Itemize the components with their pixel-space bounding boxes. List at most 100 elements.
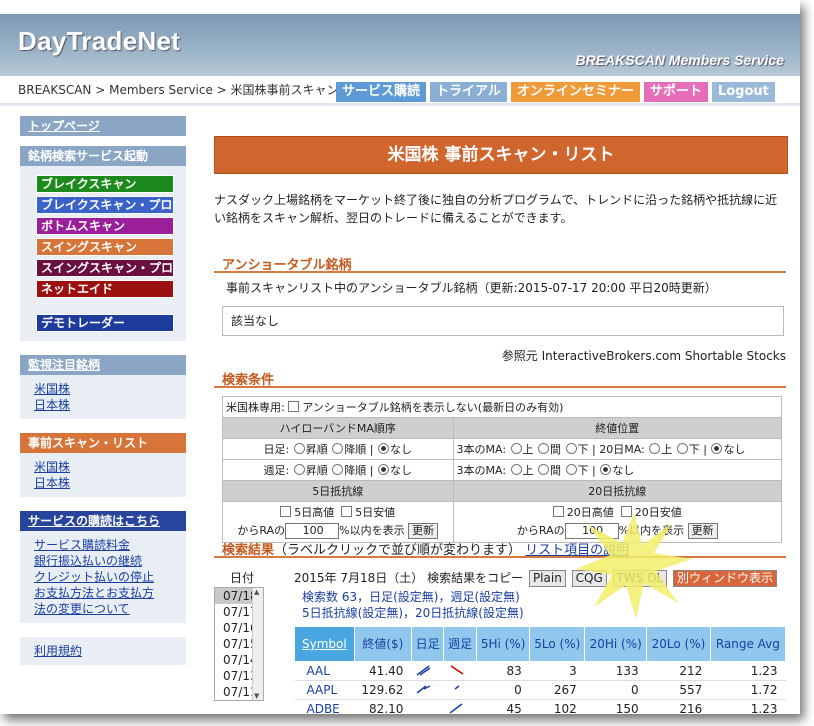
copy-plain-button[interactable]: Plain [528,570,566,587]
nav-seminar[interactable]: オンラインセミナー [510,82,640,102]
res20-header: 20日抵抗線 [452,480,782,502]
daily-ma3-below-radio[interactable] [565,443,577,454]
weekly-ma3-between-radio[interactable] [538,464,550,475]
date-list[interactable]: 07/18 07/17 07/16 07/15 07/14 07/13 07/1… [214,587,264,701]
table-row[interactable]: ADBE 82.10 45 102 150 216 1.23 [294,699,786,714]
res5-update-button[interactable]: 更新 [408,523,439,539]
sidebar-subscribe-header[interactable]: サービスの購読はこちら [20,511,186,531]
divider [0,103,800,106]
col-20lo[interactable]: 20Lo (%) [646,626,711,662]
col-symbol[interactable]: Symbol [294,626,355,662]
copy-tws-button[interactable]: TWS DL [612,570,668,587]
section-rule [214,271,786,273]
launch-netaid-button[interactable]: ネットエイド [36,280,174,298]
prescan-link-jp[interactable]: 日本株 [34,475,186,491]
weekly-order-cell: 週足: 昇順 降順 | なし [222,459,454,481]
daily-ma20-above-radio[interactable] [649,443,661,454]
watch-link-us[interactable]: 米国株 [34,381,186,397]
reference-source[interactable]: 参照元 InteractiveBrokers.com Shortable Sto… [502,347,786,364]
col-5hi[interactable]: 5Hi (%) [475,626,531,662]
launch-breakscan-pro-button[interactable]: ブレイクスキャン・プロ [36,196,174,214]
subscribe-link-fee[interactable]: サービス購読料金 [34,537,186,553]
logo[interactable]: DayTradeNet [18,26,180,57]
results-date: 2015年 7月18日（土） [294,571,424,585]
high5-checkbox[interactable] [280,506,292,517]
results-toolbar: 2015年 7月18日（土） 検索結果をコピー Plain CQG TWS DL… [294,569,777,587]
daily-none-radio[interactable] [377,443,389,454]
res20-ra-input[interactable]: 100 [564,523,619,539]
col-20hi[interactable]: 20Hi (%) [584,626,648,662]
prescan-link-us[interactable]: 米国株 [34,459,186,475]
low5-checkbox[interactable] [341,506,353,517]
col-weekly[interactable]: 週足 [443,626,477,662]
date-list-scrollbar[interactable] [252,588,263,700]
section-rule [214,386,786,388]
results-counts: 検索数 63，日足(設定無)，週足(設定無) 5日抵抗線(設定無)，20日抵抗線… [302,590,524,620]
col-5lo[interactable]: 5Lo (%) [529,626,586,662]
weekly-trend-icon [443,680,477,700]
res5-ra-input[interactable]: 100 [285,523,340,539]
col-daily[interactable]: 日足 [410,626,445,662]
daily-up-radio[interactable] [293,443,305,454]
subscribe-link-payment-change[interactable]: お支払方法とお支払方法の変更について [34,585,164,617]
weekly-none-radio[interactable] [377,464,389,475]
low20-checkbox[interactable] [620,506,632,517]
sidebar-top-link[interactable]: トップページ [20,116,186,136]
res20-update-button[interactable]: 更新 [687,523,718,539]
nav-logout[interactable]: Logout [711,82,775,102]
breadcrumb: BREAKSCAN > Members Service > 米国株事前スキャン [18,83,339,97]
hide-unshortable-checkbox[interactable] [288,401,300,412]
weekly-down-radio[interactable] [332,464,344,475]
subscribe-link-bank[interactable]: 銀行振込払いの継続 [34,553,186,569]
daily-order-cell: 日足: 昇順 降順 | なし [222,438,454,460]
open-window-button[interactable]: 別ウィンドウ表示 [672,570,777,587]
nav-subscribe[interactable]: サービス購読 [336,82,427,102]
daily-trend-icon [411,699,444,714]
weekly-trend-icon [443,661,477,681]
res5-header: 5日抵抗線 [222,480,454,502]
col-range-avg[interactable]: Range Avg [709,626,787,662]
sidebar-terms-box: 利用規約 [20,637,186,665]
daily-ma20-below-radio[interactable] [676,443,688,454]
daily-down-radio[interactable] [332,443,344,454]
sidebar-prescan-box: 米国株 日本株 [20,453,186,497]
launch-swingscan-pro-button[interactable]: スイングスキャン・プロ [36,259,174,277]
launch-bottomscan-button[interactable]: ボトムスキャン [36,217,174,235]
nav-support[interactable]: サポート [643,82,708,102]
weekly-ma3-below-radio[interactable] [565,464,577,475]
weekly-up-radio[interactable] [293,464,305,475]
daily-ma3-above-radio[interactable] [510,443,522,454]
unshortable-result-box: 該当なし [222,306,784,336]
high20-checkbox[interactable] [552,506,564,517]
table-row[interactable]: AAPL 129.62 0 267 0 557 1.72 [294,680,786,700]
weekly-ma3-none-radio[interactable] [600,464,612,475]
daily-ma20-none-radio[interactable] [711,443,723,454]
table-row[interactable]: AAL 41.40 83 3 133 212 1.23 [294,661,786,681]
sidebar-subscribe-box: サービス購読料金 銀行振込払いの継続 クレジット払いの停止 お支払方法とお支払方… [20,531,186,623]
launch-breakscan-button[interactable]: ブレイクスキャン [36,175,174,193]
weekly-close-cell: 3本のMA: 上 間 下 | なし [452,459,782,481]
service-title: BREAKSCAN Members Service [575,52,784,68]
date-label: 日付 [230,571,255,585]
daily-ma3-between-radio[interactable] [538,443,550,454]
launch-demotrader-button[interactable]: デモトレーダー [36,314,174,332]
copy-cqg-button[interactable]: CQG [571,570,607,587]
close-position-header: 終値位置 [452,417,782,439]
hband-header: ハイローバンドMA順序 [222,417,454,439]
launch-swingscan-button[interactable]: スイングスキャン [36,238,174,256]
nav-trial[interactable]: トライアル [430,82,507,102]
sidebar-watch-box: 米国株 日本株 [20,375,186,419]
weekly-trend-icon [443,699,477,714]
watch-link-jp[interactable]: 日本株 [34,397,186,413]
main-content: 米国株 事前スキャン・リスト ナスダック上場銘柄をマーケット終了後に独自の分析プ… [214,116,788,714]
terms-link[interactable]: 利用規約 [34,643,186,659]
subscribe-link-credit-stop[interactable]: クレジット払いの停止 [34,569,186,585]
results-table: Symbol 終値($) 日足 週足 5Hi (%) 5Lo (%) 20Hi … [294,626,787,714]
header: DayTradeNet BREAKSCAN Members Service [0,14,800,76]
sidebar-watch-header[interactable]: 監視注目銘柄 [20,355,186,375]
col-close[interactable]: 終値($) [353,626,412,662]
daily-trend-icon [411,680,444,700]
sidebar-launch-header: 銘柄検索サービス起動 [20,146,186,166]
unshortable-text: 事前スキャンリスト中のアンショータブル銘柄（更新:2015-07-17 20:0… [226,281,717,295]
weekly-ma3-above-radio[interactable] [510,464,522,475]
